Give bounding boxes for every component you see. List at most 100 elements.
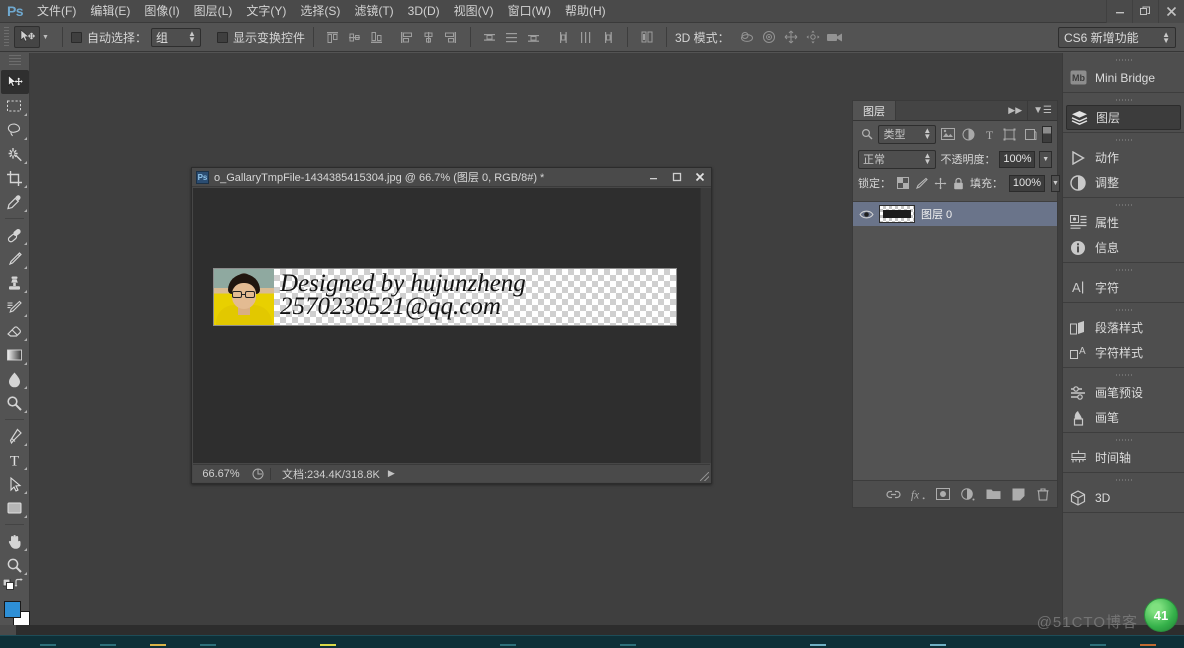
path-selection-tool[interactable] [1,472,29,496]
new-fill-adjustment-layer-icon[interactable] [960,486,976,502]
dock-item-brush[interactable]: 画笔 [1063,405,1184,430]
fill-value[interactable]: 100% [1009,175,1045,192]
move-tool[interactable] [1,70,29,94]
document-title-bar[interactable]: Ps o_GallaryTmpFile-1434385415304.jpg @ … [192,168,711,187]
taskbar-item[interactable] [500,644,516,646]
expand-arrow-icon[interactable]: ▶ [388,468,395,479]
document-vertical-scrollbar[interactable] [700,188,711,463]
document-canvas[interactable]: Designed by hujunzheng 2570230521@qq.com [193,188,700,463]
opacity-slider-button[interactable]: ▼ [1039,151,1052,168]
tab-layers[interactable]: 图层 [853,101,896,120]
filter-smart-object-icon[interactable] [1021,125,1038,144]
taskbar-item[interactable] [930,644,946,646]
restore-button[interactable] [1132,0,1158,23]
3d-roll-icon[interactable] [758,27,780,47]
menu-help[interactable]: 帮助(H) [558,0,613,23]
3d-slide-icon[interactable] [802,27,824,47]
dock-item-character[interactable]: A 字符 [1063,275,1184,300]
lock-all-icon[interactable] [953,176,964,190]
horizontal-type-tool[interactable]: T [1,448,29,472]
swap-colors-icon[interactable] [14,578,25,589]
document-minimize-button[interactable] [642,168,665,186]
dock-group-grip-2[interactable] [1116,135,1132,144]
tool-preset-chevron-icon[interactable]: ▼ [42,34,49,41]
blend-mode-dropdown[interactable]: 正常 ▲▼ [858,150,936,169]
tools-panel-grip[interactable] [9,55,21,67]
document-maximize-button[interactable] [665,168,688,186]
foreground-color-swatch[interactable] [4,601,21,618]
distribute-right-edges-icon[interactable] [597,27,619,47]
dock-item-adjustments[interactable]: 调整 [1063,170,1184,195]
filter-power-toggle[interactable] [1042,126,1052,143]
new-group-icon[interactable] [985,486,1001,502]
dock-item-properties[interactable]: 属性 [1063,210,1184,235]
dock-item-character-styles[interactable]: A 字符样式 [1063,340,1184,365]
dock-group-grip-4[interactable] [1116,265,1132,274]
preview-icon[interactable] [249,468,267,480]
auto-select-scope-dropdown[interactable]: 组 ▲▼ [151,28,201,47]
taskbar-item[interactable] [1140,644,1156,646]
filter-shape-icon[interactable] [1001,125,1018,144]
artboard[interactable]: Designed by hujunzheng 2570230521@qq.com [213,268,677,326]
blur-tool[interactable] [1,367,29,391]
layer-name[interactable]: 图层 0 [921,206,952,222]
pen-tool[interactable] [1,424,29,448]
taskbar-item[interactable] [1090,644,1106,646]
fill-slider-button[interactable]: ▼ [1051,175,1060,192]
table-row[interactable]: 图层 0 [853,202,1057,226]
dock-group-grip-7[interactable] [1116,435,1132,444]
filter-kind-dropdown[interactable]: 类型 ▲▼ [878,125,936,144]
dock-item-3d[interactable]: 3D [1063,485,1184,510]
dock-item-info[interactable]: 信息 [1063,235,1184,260]
distribute-horizontal-centers-icon[interactable] [575,27,597,47]
rectangle-tool[interactable] [1,496,29,520]
layer-visibility-icon[interactable] [853,209,879,220]
delete-layer-icon[interactable] [1035,486,1051,502]
menu-view[interactable]: 视图(V) [447,0,501,23]
taskbar-item[interactable] [620,644,636,646]
3d-camera-icon[interactable] [824,27,846,47]
double-arrow-icon[interactable]: ▶▶ [1003,101,1027,120]
dock-item-actions[interactable]: 动作 [1063,145,1184,170]
3d-orbit-icon[interactable] [736,27,758,47]
menu-edit[interactable]: 编辑(E) [83,0,137,23]
align-top-edges-icon[interactable] [322,27,344,47]
align-bottom-edges-icon[interactable] [366,27,388,47]
dock-item-timeline[interactable]: 时间轴 [1063,445,1184,470]
crop-tool[interactable] [1,166,29,190]
magic-wand-tool[interactable] [1,142,29,166]
taskbar-item[interactable] [40,644,56,646]
align-horizontal-centers-icon[interactable] [418,27,440,47]
distribute-bottom-edges-icon[interactable] [523,27,545,47]
align-left-edges-icon[interactable] [396,27,418,47]
auto-align-layers-icon[interactable] [636,27,658,47]
taskbar-item[interactable] [200,644,216,646]
align-vertical-centers-icon[interactable] [344,27,366,47]
lock-image-pixels-icon[interactable] [915,176,928,190]
workspace-switcher[interactable]: CS6 新增功能 ▲▼ [1058,27,1176,48]
menu-3d[interactable]: 3D(D) [401,0,447,23]
dock-item-layers[interactable]: 图层 [1066,105,1181,130]
taskbar-item[interactable] [320,644,336,646]
filter-pixel-icon[interactable] [939,125,956,144]
dock-group-grip-5[interactable] [1116,305,1132,314]
dock-group-grip-1[interactable] [1116,95,1132,104]
brush-tool[interactable] [1,247,29,271]
taskbar-item[interactable] [100,644,116,646]
os-taskbar[interactable] [0,635,1184,648]
3d-pan-icon[interactable] [780,27,802,47]
lock-position-icon[interactable] [934,176,947,190]
show-transform-controls-checkbox[interactable] [217,32,228,43]
options-bar-grip[interactable] [2,26,11,48]
dock-group-grip[interactable] [1116,55,1132,64]
dock-item-mini-bridge[interactable]: Mb Mini Bridge [1063,65,1184,90]
menu-select[interactable]: 选择(S) [293,0,347,23]
status-badge[interactable]: 41 [1144,598,1178,632]
zoom-level[interactable]: 66.67% [193,468,249,480]
distribute-vertical-centers-icon[interactable] [501,27,523,47]
opacity-value[interactable]: 100% [999,151,1035,168]
dock-group-grip-3[interactable] [1116,200,1132,209]
dock-item-brush-presets[interactable]: 画笔预设 [1063,380,1184,405]
rectangular-marquee-tool[interactable] [1,94,29,118]
lock-transparent-pixels-icon[interactable] [897,176,909,190]
